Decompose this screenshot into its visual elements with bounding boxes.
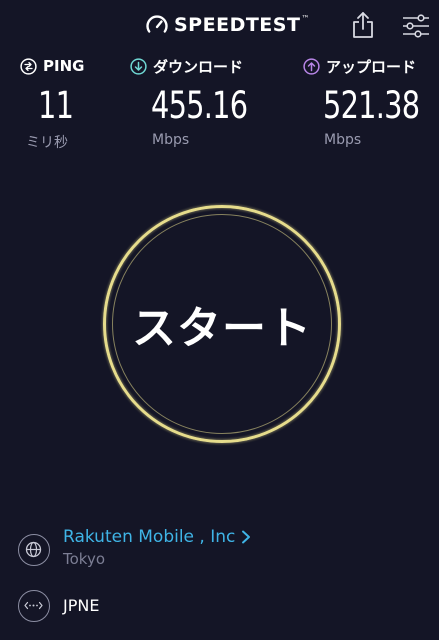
- trademark-mark: ™: [301, 14, 310, 23]
- ping-unit: ミリ秒: [26, 135, 68, 151]
- upload-value: 521.38: [323, 84, 420, 127]
- provider-link[interactable]: Rakuten Mobile , Inc: [63, 527, 251, 547]
- share-icon[interactable]: [350, 11, 376, 39]
- server-name[interactable]: JPNE: [63, 596, 99, 615]
- download-metric: ダウンロード: [130, 56, 243, 76]
- server-icon[interactable]: [18, 590, 50, 622]
- ping-metric: PING: [20, 56, 84, 76]
- ping-value: 11: [38, 84, 74, 127]
- start-button-label: スタート: [132, 303, 312, 354]
- download-header: ダウンロード: [130, 56, 243, 76]
- download-value: 455.16: [151, 84, 248, 127]
- upload-arrow-icon: [303, 57, 320, 75]
- chevron-right-icon: [242, 530, 251, 544]
- globe-icon: [18, 534, 50, 566]
- logo-wordmark: SPEEDTEST: [174, 14, 301, 36]
- ping-icon: [20, 57, 37, 75]
- download-arrow-icon: [130, 57, 147, 75]
- download-label: ダウンロード: [153, 57, 244, 76]
- logo-text: SPEEDTEST™: [174, 14, 310, 36]
- provider-name: Rakuten Mobile , Inc: [63, 527, 236, 547]
- upload-header: アップロード: [303, 56, 416, 76]
- speedtest-app: SPEEDTEST™ PING 11 ミリ秒 ダウンロード 455.16 Mbp…: [0, 0, 439, 640]
- download-unit: Mbps: [152, 132, 190, 148]
- provider-location: Tokyo: [63, 550, 105, 568]
- ping-header: PING: [20, 56, 84, 76]
- speedometer-icon: [146, 15, 168, 33]
- upload-metric: アップロード: [303, 56, 416, 76]
- ping-label: PING: [43, 57, 85, 75]
- upload-unit: Mbps: [324, 132, 362, 148]
- upload-label: アップロード: [326, 57, 417, 76]
- speedtest-logo: SPEEDTEST™: [145, 13, 310, 37]
- start-button[interactable]: スタート: [103, 205, 341, 443]
- settings-sliders-icon[interactable]: [402, 14, 430, 38]
